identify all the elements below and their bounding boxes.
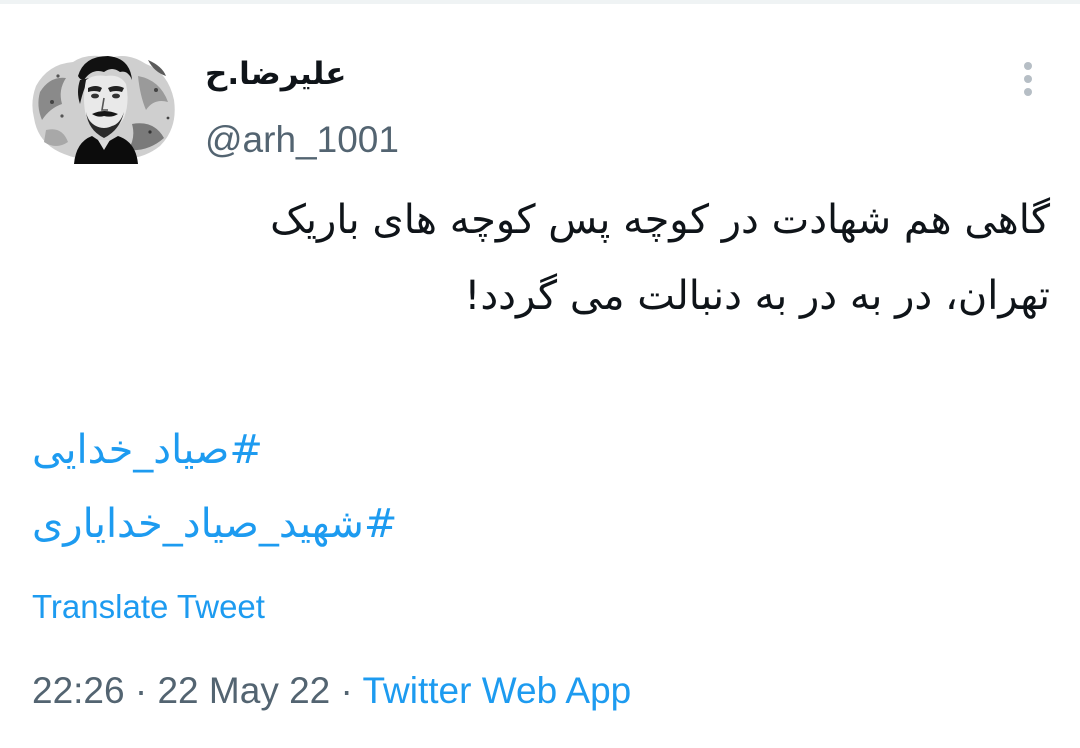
meta-separator: · <box>134 670 148 711</box>
more-vertical-icon-dot <box>1024 75 1032 83</box>
tweet-date[interactable]: 22 May 22 <box>157 670 330 711</box>
hashtag-link[interactable]: #شهید_صیاد_خدایاری <box>32 494 397 554</box>
tweet-text-line: تهران، در به در به دنبالت می گردد! <box>464 273 1050 319</box>
more-vertical-icon <box>1024 62 1032 70</box>
tweet-source-link[interactable]: Twitter Web App <box>363 670 632 711</box>
author-handle[interactable]: @arh_1001 <box>205 118 399 162</box>
translate-tweet-link[interactable]: Translate Tweet <box>32 585 265 629</box>
avatar[interactable] <box>28 46 178 164</box>
tweet-text-line: گاهی هم شهادت در کوچه پس کوچه های باریک <box>270 197 1050 243</box>
more-options-button[interactable] <box>1008 56 1048 100</box>
more-vertical-icon-dot <box>1024 88 1032 96</box>
hashtag-link[interactable]: #صیاد_خدایی <box>32 420 263 480</box>
top-divider <box>0 0 1080 4</box>
tweet-text: گاهی هم شهادت در کوچه پس کوچه های باریک … <box>30 182 1050 334</box>
tweet-time[interactable]: 22:26 <box>32 670 125 711</box>
author-display-name[interactable]: علیرضا.ح <box>205 54 365 94</box>
avatar-image <box>32 55 175 164</box>
meta-separator: · <box>340 670 353 711</box>
tweet-metadata: 22:26 · 22 May 22 · Twitter Web App <box>32 668 631 714</box>
